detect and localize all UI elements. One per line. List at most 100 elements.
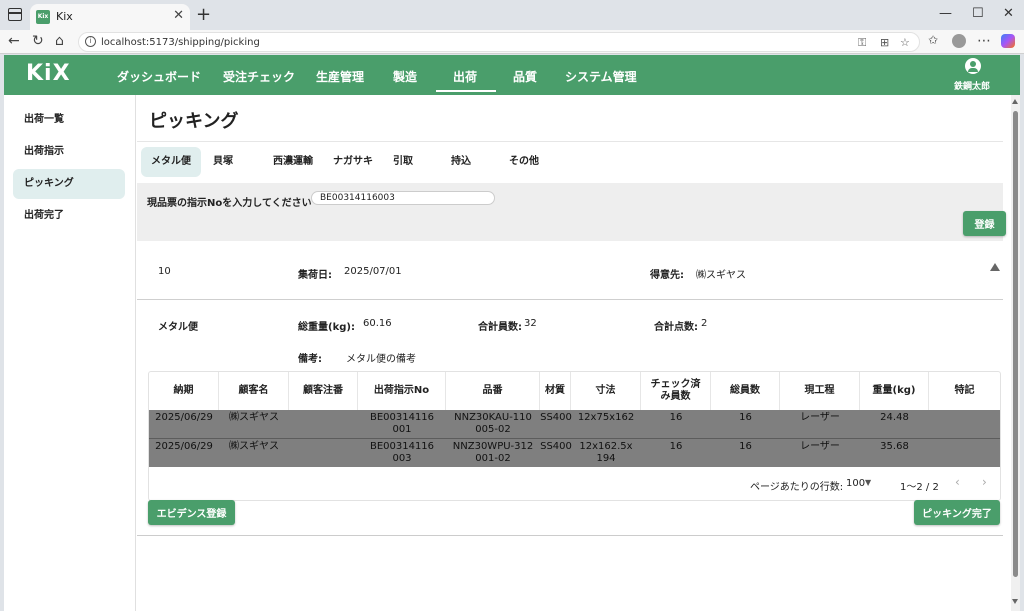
instruction-input-label: 現品票の指示Noを入力してください — [147, 198, 312, 209]
column-header[interactable]: 現工程 — [780, 372, 860, 410]
rows-per-page-label: ページあたりの行数: — [750, 482, 844, 493]
user-account-icon[interactable] — [965, 58, 981, 74]
app-icon[interactable]: ⊞ — [880, 36, 889, 49]
sidebar-item-shipping-instruction[interactable]: 出荷指示 — [13, 137, 125, 167]
tab-bring-in[interactable]: 持込 — [441, 147, 481, 177]
total-items-label: 合計点数: — [654, 322, 698, 333]
favorites-icon[interactable]: ✩ — [928, 33, 938, 47]
close-window-icon[interactable]: ✕ — [1003, 6, 1014, 21]
tab-title: Kix — [56, 10, 73, 23]
maximize-icon[interactable]: ☐ — [972, 6, 984, 21]
content-area: 出荷一覧 出荷指示 ピッキング 出荷完了 ピッキング メタル便 貝塚 西濃運輸 … — [4, 95, 1020, 611]
vertical-scrollbar[interactable] — [1011, 95, 1020, 611]
total-members-value: 32 — [524, 318, 537, 329]
browser-tab[interactable]: Kix Kix ✕ — [30, 4, 190, 30]
nav-manufacturing[interactable]: 製造 — [393, 68, 417, 85]
table-row[interactable]: 2025/06/29 ㈱スギヤス BE00314116003 NNZ30WPU-… — [149, 439, 1000, 467]
tab-metal-bin[interactable]: メタル便 — [141, 147, 201, 177]
picking-complete-button[interactable]: ピッキング完了 — [914, 500, 1000, 525]
browser-toolbar: ← ↻ ⌂ i localhost:5173/shipping/picking … — [0, 30, 1024, 54]
nav-production[interactable]: 生産管理 — [316, 68, 364, 85]
new-tab-icon[interactable]: + — [196, 4, 211, 25]
next-page-icon[interactable]: › — [982, 475, 987, 489]
previous-page-icon[interactable]: ‹ — [955, 475, 960, 489]
carrier-name: メタル便 — [158, 322, 198, 333]
column-header[interactable]: 出荷指示No — [358, 372, 446, 410]
tab-pickup[interactable]: 引取 — [385, 147, 421, 177]
tab-seino[interactable]: 西濃運輸 — [265, 147, 321, 177]
customer-value: ㈱スギヤス — [696, 270, 746, 281]
total-members-label: 合計員数: — [478, 322, 522, 333]
total-weight-value: 60.16 — [363, 318, 392, 329]
profile-avatar-icon[interactable] — [952, 34, 966, 48]
column-header[interactable]: 材質 — [540, 372, 571, 410]
customer-label: 得意先: — [650, 270, 684, 281]
copilot-icon[interactable] — [1001, 34, 1015, 48]
column-header[interactable]: 総員数 — [711, 372, 780, 410]
table-cell: 2025/06/29 — [155, 441, 213, 452]
table-cell: レーザー — [800, 441, 840, 452]
scroll-down-icon[interactable] — [1012, 599, 1018, 604]
rows-per-page-select[interactable]: 100 — [846, 478, 865, 489]
more-menu-icon[interactable]: ⋯ — [977, 33, 991, 49]
table-cell: レーザー — [800, 412, 840, 423]
column-header[interactable]: 顧客注番 — [289, 372, 358, 410]
kix-logo[interactable]: KiX — [26, 61, 71, 86]
back-icon[interactable]: ← — [8, 33, 20, 49]
table-cell: 16 — [669, 441, 683, 452]
nav-dashboard[interactable]: ダッシュボード — [117, 68, 201, 85]
column-header[interactable]: 納期 — [149, 372, 219, 410]
site-info-icon[interactable]: i — [85, 36, 96, 47]
dropdown-caret-icon[interactable]: ▼ — [865, 478, 871, 487]
register-button[interactable]: 登録 — [963, 211, 1006, 236]
picking-table: 納期 顧客名 顧客注番 出荷指示No 品番 材質 寸法 チェック済み員数 総員数… — [148, 371, 1001, 501]
kix-favicon-icon: Kix — [36, 10, 50, 24]
sidebar-item-shipping-complete[interactable]: 出荷完了 — [13, 201, 125, 231]
column-header[interactable]: 顧客名 — [219, 372, 289, 410]
instruction-no-input[interactable] — [311, 191, 495, 205]
pagination-range: 1〜2 / 2 — [900, 482, 939, 493]
reload-icon[interactable]: ↻ — [32, 33, 44, 49]
tab-other[interactable]: その他 — [501, 147, 547, 177]
evidence-register-button[interactable]: エビデンス登録 — [148, 500, 235, 525]
tab-list-icon[interactable] — [8, 8, 22, 21]
user-name[interactable]: 鉄鋼太郎 — [954, 79, 990, 92]
key-icon[interactable]: ⚿ — [858, 36, 866, 50]
column-header[interactable]: 特記 — [929, 372, 1000, 410]
table-cell: 16 — [669, 412, 683, 423]
table-cell: 2025/06/29 — [155, 412, 213, 423]
table-cell: 12x75x162 — [577, 412, 635, 423]
nav-shipping[interactable]: 出荷 — [453, 68, 477, 85]
table-cell: ㈱スギヤス — [229, 412, 279, 423]
bookmark-star-icon[interactable]: ☆ — [900, 36, 910, 49]
table-cell: 35.68 — [880, 441, 909, 452]
scroll-up-icon[interactable] — [1012, 99, 1018, 104]
table-cell: 12x162.5x194 — [579, 441, 633, 464]
table-cell: ㈱スギヤス — [229, 441, 279, 452]
tab-nagasaki[interactable]: ナガサキ — [325, 147, 381, 177]
tab-kaizuka[interactable]: 貝塚 — [203, 147, 243, 177]
collapse-triangle-icon[interactable] — [990, 263, 1000, 271]
sidebar-item-shipping-list[interactable]: 出荷一覧 — [13, 105, 125, 135]
address-bar[interactable]: i localhost:5173/shipping/picking ⚿ ⊞ ☆ — [78, 32, 920, 52]
table-row[interactable]: 2025/06/29 ㈱スギヤス BE00314116001 NNZ30KAU-… — [149, 410, 1000, 438]
column-header[interactable]: 寸法 — [571, 372, 641, 410]
remarks-label: 備考: — [298, 354, 322, 365]
column-header[interactable]: 品番 — [446, 372, 540, 410]
scrollbar-thumb[interactable] — [1013, 111, 1018, 577]
sidebar-item-picking[interactable]: ピッキング — [13, 169, 125, 199]
main-panel: ピッキング メタル便 貝塚 西濃運輸 ナガサキ 引取 持込 その他 現品票の指示… — [137, 95, 1007, 611]
url-text: localhost:5173/shipping/picking — [101, 37, 260, 48]
app-header: KiX ダッシュボード 受注チェック 生産管理 製造 出荷 品質 システム管理 … — [4, 55, 1020, 95]
sidebar: 出荷一覧 出荷指示 ピッキング 出荷完了 — [4, 95, 136, 611]
nav-order-check[interactable]: 受注チェック — [223, 68, 295, 85]
tab-close-icon[interactable]: ✕ — [173, 8, 184, 23]
column-header[interactable]: 重量(kg) — [860, 372, 929, 410]
nav-quality[interactable]: 品質 — [513, 68, 537, 85]
page-title: ピッキング — [149, 111, 239, 132]
nav-system[interactable]: システム管理 — [565, 68, 637, 85]
home-icon[interactable]: ⌂ — [55, 33, 64, 49]
minimize-icon[interactable]: — — [939, 6, 952, 21]
collect-date-value: 2025/07/01 — [344, 266, 402, 277]
column-header[interactable]: チェック済み員数 — [641, 372, 711, 410]
